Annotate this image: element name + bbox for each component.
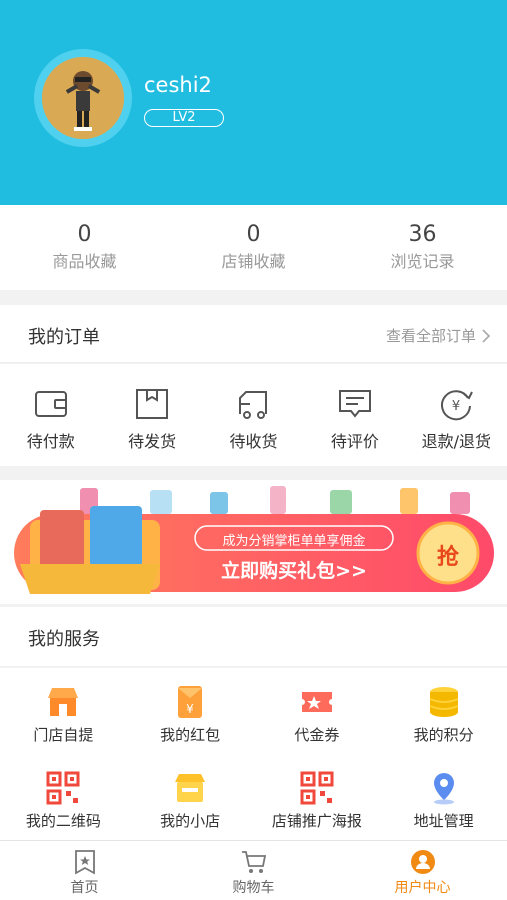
order-pending-payment[interactable]: 待付款 xyxy=(0,364,101,466)
order-label: 待付款 xyxy=(26,432,75,451)
level-badge: LV2 xyxy=(144,109,224,127)
orders-header: 我的订单 查看全部订单 xyxy=(0,305,507,363)
package-icon xyxy=(136,389,169,419)
shop-icon xyxy=(175,774,206,802)
coins-icon xyxy=(429,687,459,717)
store-icon xyxy=(48,688,79,716)
banner-subtitle: 成为分销掌柜单单享佣金 xyxy=(222,534,366,549)
view-all-label: 查看全部订单 xyxy=(385,327,476,345)
service-label: 我的红包 xyxy=(160,726,221,744)
qrcode-poster-icon xyxy=(300,771,334,805)
stat-value: 0 xyxy=(77,222,92,247)
svg-text:¥: ¥ xyxy=(186,702,194,716)
red-envelope-icon: ¥ xyxy=(178,686,203,718)
refund-icon: ¥ xyxy=(441,390,474,421)
service-store-poster[interactable]: 店铺推广海报 xyxy=(254,754,381,840)
avatar[interactable] xyxy=(34,49,132,147)
services-title: 我的服务 xyxy=(28,629,100,650)
service-voucher[interactable]: 代金券 xyxy=(254,668,381,754)
service-label: 我的小店 xyxy=(160,812,221,830)
service-my-qrcode[interactable]: 我的二维码 xyxy=(0,754,127,840)
services-header: 我的服务 xyxy=(0,607,507,667)
order-label: 待评价 xyxy=(330,432,379,451)
stat-browse-history[interactable]: 36 浏览记录 xyxy=(338,205,507,290)
stat-value: 36 xyxy=(408,222,437,247)
tab-label: 首页 xyxy=(70,880,99,896)
cart-icon xyxy=(241,851,266,873)
tab-label: 购物车 xyxy=(232,880,275,896)
location-pin-icon xyxy=(433,773,454,805)
bottom-tab-bar: 首页 购物车 用户中心 xyxy=(0,840,507,900)
tab-home[interactable]: 首页 xyxy=(0,841,169,900)
banner-main-text: 立即购买礼包>> xyxy=(221,560,367,582)
tab-label: 用户中心 xyxy=(394,880,451,896)
service-label: 门店自提 xyxy=(33,726,94,744)
order-refund[interactable]: ¥ 退款/退货 xyxy=(406,364,507,466)
order-pending-review[interactable]: 待评价 xyxy=(304,364,405,466)
stat-store-favorites[interactable]: 0 店铺收藏 xyxy=(169,205,338,290)
service-my-shop[interactable]: 我的小店 xyxy=(127,754,254,840)
tab-cart[interactable]: 购物车 xyxy=(169,841,338,900)
service-label: 店铺推广海报 xyxy=(271,812,362,830)
service-address[interactable]: 地址管理 xyxy=(380,754,507,840)
truck-icon xyxy=(238,391,267,419)
user-icon xyxy=(410,850,435,874)
order-pending-receipt[interactable]: 待收货 xyxy=(203,364,304,466)
service-store-pickup[interactable]: 门店自提 xyxy=(0,668,127,754)
stat-label: 浏览记录 xyxy=(390,252,455,271)
stat-value: 0 xyxy=(246,222,261,247)
service-label: 我的二维码 xyxy=(25,812,101,830)
order-label: 退款/退货 xyxy=(421,432,492,451)
home-bookmark-icon xyxy=(74,850,95,875)
profile-header: ceshi2 LV2 xyxy=(0,0,507,205)
orders-title: 我的订单 xyxy=(28,327,100,348)
comment-icon xyxy=(338,390,371,418)
order-label: 待发货 xyxy=(128,432,177,451)
service-label: 代金券 xyxy=(294,726,340,744)
tab-user-center[interactable]: 用户中心 xyxy=(338,841,507,900)
service-points[interactable]: 我的积分 xyxy=(380,668,507,754)
stat-label: 店铺收藏 xyxy=(221,252,286,271)
username: ceshi2 xyxy=(144,73,212,97)
gift-pack-banner[interactable]: 成为分销掌柜单单享佣金 立即购买礼包>> 抢 xyxy=(0,480,507,604)
service-label: 地址管理 xyxy=(413,812,474,830)
service-red-envelope[interactable]: ¥ 我的红包 xyxy=(127,668,254,754)
qrcode-icon xyxy=(46,771,80,805)
view-all-orders-link[interactable]: 查看全部订单 xyxy=(386,325,491,346)
stat-label: 商品收藏 xyxy=(52,252,117,271)
stats-bar: 0 商品收藏 0 店铺收藏 36 浏览记录 xyxy=(0,205,507,290)
chevron-right-icon xyxy=(482,328,491,343)
banner-grab-button[interactable]: 抢 xyxy=(418,539,478,571)
service-label: 我的积分 xyxy=(413,726,474,744)
order-pending-shipment[interactable]: 待发货 xyxy=(101,364,202,466)
svg-text:¥: ¥ xyxy=(452,399,460,414)
services-grid: 门店自提 ¥ 我的红包 代金券 我的积分 我的二维码 我的小店 店铺推广海报 地… xyxy=(0,668,507,840)
wallet-icon xyxy=(34,391,67,417)
order-label: 待收货 xyxy=(229,432,278,451)
stat-product-favorites[interactable]: 0 商品收藏 xyxy=(0,205,169,290)
coupon-icon xyxy=(301,692,332,712)
avatar-image xyxy=(42,57,124,139)
order-status-row: 待付款 待发货 待收货 待评价 ¥ 退款/退货 xyxy=(0,364,507,466)
